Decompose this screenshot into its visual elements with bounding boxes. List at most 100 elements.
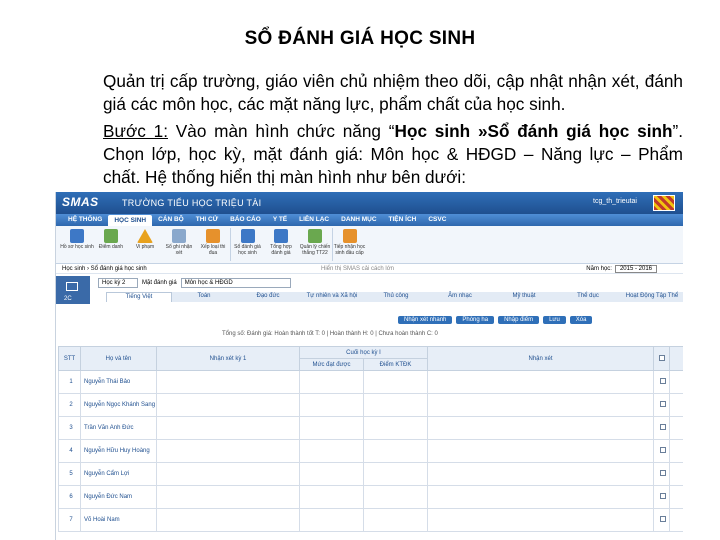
- row-comment[interactable]: [427, 416, 654, 440]
- row-checkbox[interactable]: [660, 516, 666, 522]
- col-comment: Nhận xét: [427, 346, 654, 371]
- row-comment[interactable]: [427, 462, 654, 486]
- row-score[interactable]: [363, 370, 428, 394]
- table-row[interactable]: 3 Trần Văn Anh Đức: [58, 416, 683, 440]
- row-score[interactable]: [363, 439, 428, 463]
- row-level[interactable]: [299, 370, 364, 394]
- row-spare: [669, 393, 683, 417]
- col-hk1: Nhận xét kỳ 1: [156, 346, 300, 371]
- menu-he-thong[interactable]: HỆ THỐNG: [62, 214, 108, 226]
- row-hk1[interactable]: [156, 485, 300, 509]
- table-row[interactable]: 1 Nguyễn Thái Bảo: [58, 370, 683, 394]
- menu-csvc[interactable]: CSVC: [422, 214, 452, 226]
- tool-xep-loai[interactable]: Xếp loại thi đua: [196, 228, 230, 261]
- row-level[interactable]: [299, 462, 364, 486]
- tool-so-ghi[interactable]: Sổ ghi nhận xét: [162, 228, 196, 261]
- class-panel[interactable]: 2C: [56, 276, 90, 304]
- row-level[interactable]: [299, 393, 364, 417]
- menu-can-bo[interactable]: CÁN BỘ: [152, 214, 190, 226]
- row-hk1[interactable]: [156, 393, 300, 417]
- row-name: Nguyễn Ngọc Khánh Sang: [80, 393, 157, 417]
- col-score: Điểm KTĐK: [363, 358, 428, 371]
- row-checkbox[interactable]: [660, 424, 666, 430]
- table-row[interactable]: 5 Nguyễn Cẩm Lợi: [58, 462, 683, 486]
- table-row[interactable]: 2 Nguyễn Ngọc Khánh Sang: [58, 393, 683, 417]
- row-checkbox[interactable]: [660, 401, 666, 407]
- phong-ha-button[interactable]: Phòng ha: [456, 316, 495, 324]
- row-comment[interactable]: [427, 485, 654, 509]
- menu-lien-lac[interactable]: LIÊN LẠC: [293, 214, 335, 226]
- col-spare: [669, 346, 683, 371]
- tool-quan-ly[interactable]: Quản lý chiến thắng TT22: [298, 228, 332, 261]
- main-menu: HỆ THỐNG HỌC SINH CÁN BỘ THI CỬ BÁO CÁO …: [56, 214, 683, 226]
- quick-comment-button[interactable]: Nhận xét nhanh: [398, 316, 453, 324]
- step-path: Học sinh »Sổ đánh giá học sinh: [394, 121, 673, 141]
- tab-the-duc[interactable]: Thể dục: [556, 292, 620, 302]
- row-hk1[interactable]: [156, 508, 300, 532]
- tab-hdtt[interactable]: Hoạt Động Tập Thể: [620, 292, 683, 302]
- row-checkbox[interactable]: [660, 493, 666, 499]
- select-all-checkbox[interactable]: [658, 354, 665, 361]
- row-comment[interactable]: [427, 439, 654, 463]
- tool-diem-danh[interactable]: Điểm danh: [94, 228, 128, 261]
- menu-y-te[interactable]: Y TẾ: [267, 214, 293, 226]
- flag-icon: [653, 195, 675, 211]
- menu-danh-muc[interactable]: DANH MỤC: [335, 214, 382, 226]
- row-stt: 2: [58, 393, 81, 417]
- table-row[interactable]: 6 Nguyễn Đức Nam: [58, 485, 683, 509]
- row-checkbox[interactable]: [660, 378, 666, 384]
- row-level[interactable]: [299, 416, 364, 440]
- tab-my-thuat[interactable]: Mỹ thuật: [492, 292, 556, 302]
- tab-toan[interactable]: Toán: [172, 292, 236, 302]
- tab-thu-cong[interactable]: Thủ công: [364, 292, 428, 302]
- menu-bao-cao[interactable]: BÁO CÁO: [224, 214, 267, 226]
- enter-score-button[interactable]: Nhập điểm: [498, 316, 540, 324]
- school-name: TRƯỜNG TIỂU HỌC TRIỆU TÀI: [122, 198, 262, 208]
- menu-tien-ich[interactable]: TIỆN ÍCH: [383, 214, 423, 226]
- tab-am-nhac[interactable]: Âm nhạc: [428, 292, 492, 302]
- row-hk1[interactable]: [156, 462, 300, 486]
- row-score[interactable]: [363, 508, 428, 532]
- row-comment[interactable]: [427, 393, 654, 417]
- row-score[interactable]: [363, 462, 428, 486]
- save-button[interactable]: Lưu: [543, 316, 566, 324]
- student-table: STT Họ và tên Nhận xét kỳ 1 Cuối học kỳ …: [58, 346, 683, 532]
- col-stt: STT: [58, 346, 81, 371]
- user-name[interactable]: tcg_th_trieutai: [593, 198, 637, 205]
- menu-thi-cu[interactable]: THI CỬ: [190, 214, 224, 226]
- class-label: 2C: [64, 296, 72, 302]
- row-name: Võ Hoài Nam: [80, 508, 157, 532]
- semester-select[interactable]: Học kỳ 2: [98, 278, 138, 288]
- tool-tiep-nhan[interactable]: Tiếp nhận học sinh đầu cấp: [332, 228, 366, 261]
- row-checkbox[interactable]: [660, 447, 666, 453]
- table-row[interactable]: 4 Nguyễn Hữu Huy Hoàng: [58, 439, 683, 463]
- row-score[interactable]: [363, 416, 428, 440]
- tab-tnxh[interactable]: Tự nhiên và Xã hội: [300, 292, 364, 302]
- tool-ho-so[interactable]: Hồ sơ học sinh: [60, 228, 94, 261]
- row-score[interactable]: [363, 393, 428, 417]
- row-hk1[interactable]: [156, 370, 300, 394]
- row-hk1[interactable]: [156, 439, 300, 463]
- tool-so-danh-gia[interactable]: Sổ đánh giá học sinh: [230, 228, 264, 261]
- tool-vi-pham[interactable]: Vi phạm: [128, 228, 162, 261]
- row-level[interactable]: [299, 439, 364, 463]
- row-score[interactable]: [363, 485, 428, 509]
- row-comment[interactable]: [427, 508, 654, 532]
- row-level[interactable]: [299, 508, 364, 532]
- row-level[interactable]: [299, 485, 364, 509]
- row-stt: 3: [58, 416, 81, 440]
- row-spare: [669, 439, 683, 463]
- year-select[interactable]: 2015 - 2016: [614, 265, 657, 273]
- row-spare: [669, 416, 683, 440]
- tab-tieng-viet[interactable]: Tiếng Việt: [106, 292, 172, 302]
- year-label: Năm học:: [586, 266, 612, 272]
- delete-button[interactable]: Xóa: [569, 316, 593, 324]
- tab-dao-duc[interactable]: Đạo đức: [236, 292, 300, 302]
- row-comment[interactable]: [427, 370, 654, 394]
- tool-tong-hop[interactable]: Tổng hợp đánh giá: [264, 228, 298, 261]
- menu-hoc-sinh[interactable]: HỌC SINH: [108, 215, 153, 226]
- table-row[interactable]: 7 Võ Hoài Nam: [58, 508, 683, 532]
- row-hk1[interactable]: [156, 416, 300, 440]
- criteria-select[interactable]: Môn học & HĐGD: [180, 278, 291, 288]
- row-checkbox[interactable]: [660, 470, 666, 476]
